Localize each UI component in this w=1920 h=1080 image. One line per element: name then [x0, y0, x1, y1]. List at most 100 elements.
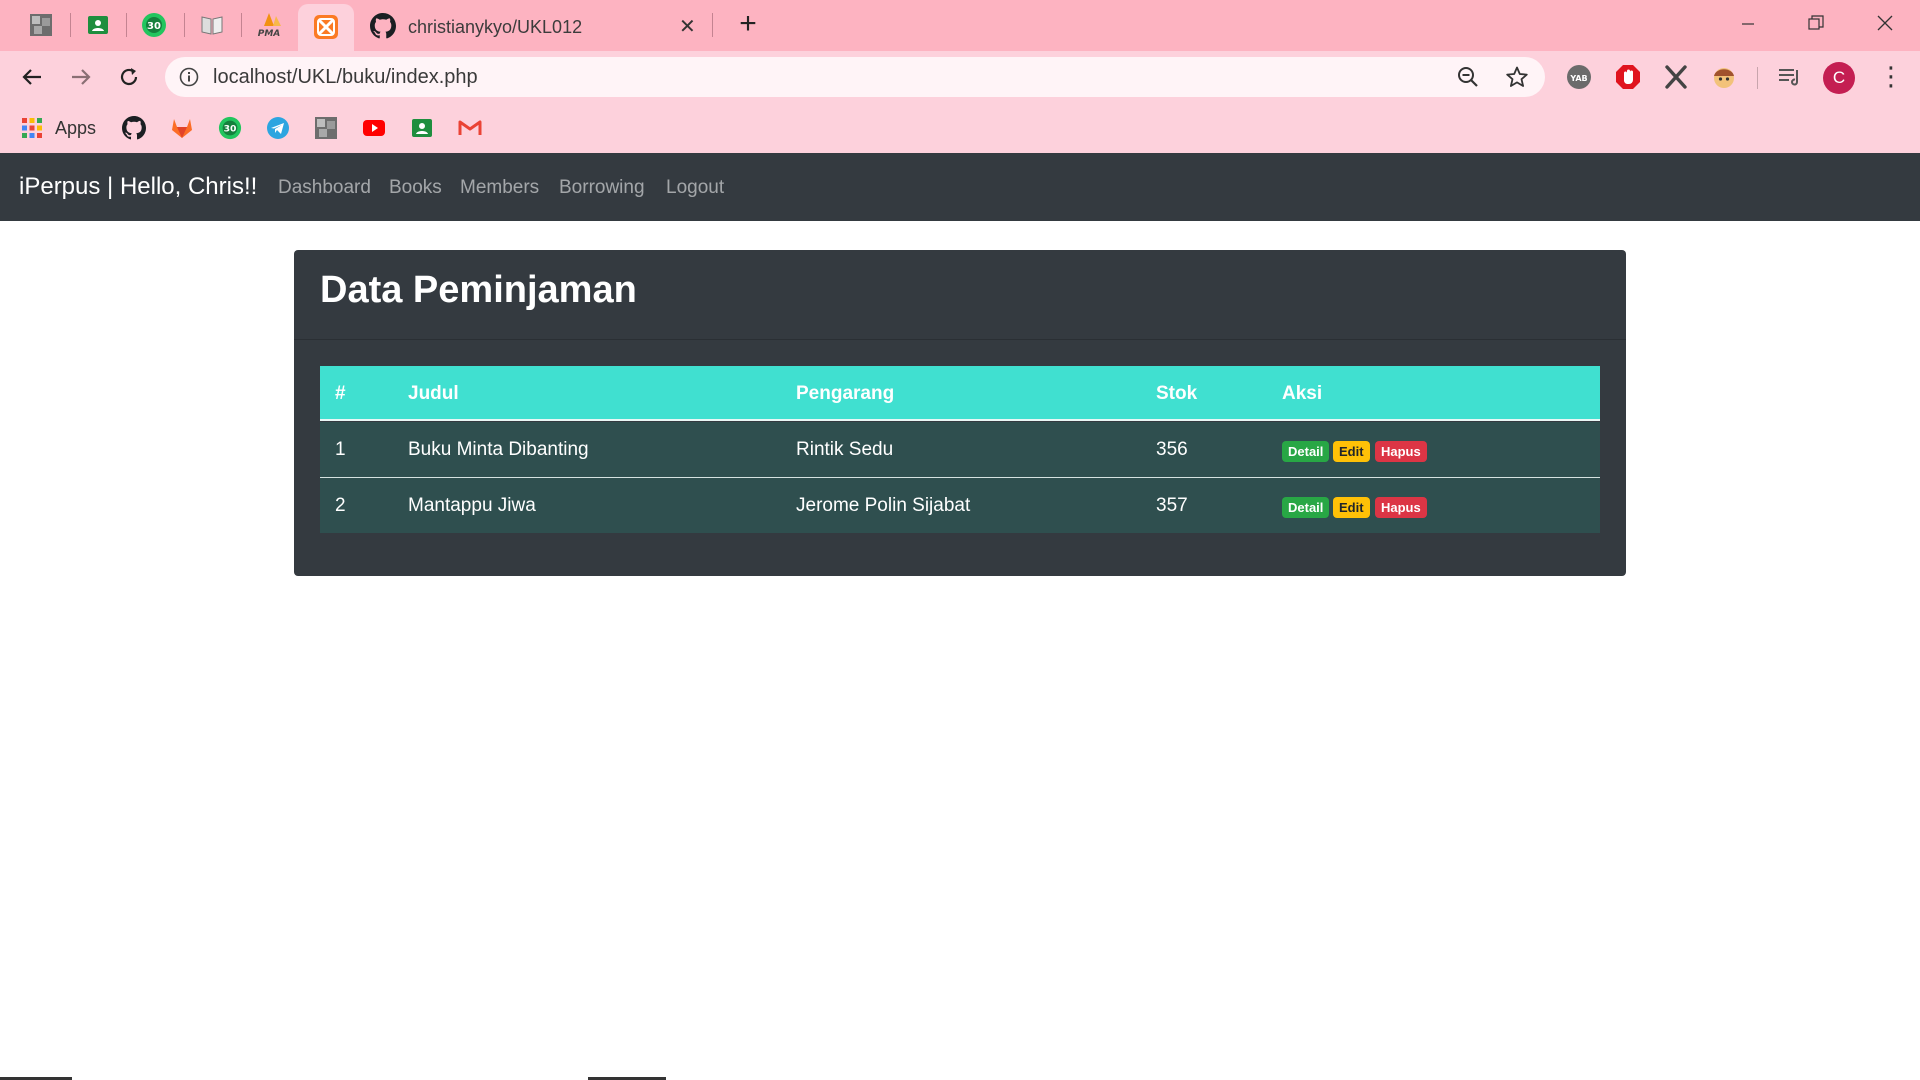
cell-judul: Buku Minta Dibanting [408, 439, 589, 460]
bookmark-apps[interactable]: Apps [21, 116, 96, 140]
nav-link-books[interactable]: Books [389, 177, 442, 199]
arrow-left-icon [22, 69, 41, 85]
reload-button[interactable] [114, 62, 144, 92]
tab-separator [184, 13, 185, 37]
youtube-icon [363, 120, 385, 136]
media-queue-icon [1779, 69, 1799, 86]
nav-link-borrowing[interactable]: Borrowing [559, 177, 645, 199]
close-window-button[interactable] [1862, 6, 1908, 40]
cell-stok: 357 [1156, 495, 1188, 516]
adblock-button[interactable] [1614, 63, 1642, 91]
site-navbar: iPerpus | Hello, Chris!! Dashboard Books… [0, 153, 1920, 221]
table-header-row: # Judul Pengarang Stok Aksi [320, 366, 1600, 421]
bookmark-label: Apps [55, 117, 97, 138]
bookmark-photo[interactable] [314, 116, 338, 140]
media-queue-button[interactable] [1775, 63, 1803, 91]
xampp-icon [314, 15, 338, 39]
cell-number: 2 [335, 495, 346, 516]
adblock-icon [1616, 65, 1640, 89]
tab-separator [241, 13, 242, 37]
minimize-button[interactable] [1725, 6, 1771, 40]
pinned-tab-classroom[interactable] [76, 6, 120, 44]
google-classroom-icon [88, 16, 108, 34]
hapus-button[interactable]: Hapus [1375, 497, 1427, 518]
photo-avatar-icon [315, 117, 337, 139]
card-header: Data Peminjaman [294, 250, 1626, 340]
bookmark-gitlab[interactable] [170, 116, 194, 140]
tab-strip: 30 PMA christianykyo/UKL012 ✕ + [0, 0, 1920, 51]
profile-avatar[interactable]: C [1823, 62, 1855, 94]
svg-text:30: 30 [147, 21, 161, 32]
toolbar-separator [1757, 67, 1758, 89]
github-icon [122, 116, 146, 140]
nav-link-members[interactable]: Members [460, 177, 539, 199]
tab-separator [126, 13, 127, 37]
browser-toolbar: localhost/UKL/buku/index.php YAB C ⋮ [0, 51, 1920, 103]
avatar-extension-button[interactable] [1710, 63, 1738, 91]
google-classroom-icon [412, 119, 432, 137]
github-icon [370, 13, 396, 39]
pinned-tab-xampp[interactable] [298, 4, 354, 51]
svg-text:30: 30 [224, 124, 237, 135]
browser-menu-icon[interactable]: ⋮ [1878, 61, 1904, 91]
x-extension-button[interactable] [1662, 63, 1690, 91]
green-30-icon: 30 [142, 13, 166, 37]
address-bar[interactable]: localhost/UKL/buku/index.php [165, 57, 1545, 97]
restore-button[interactable] [1793, 6, 1839, 40]
detail-button[interactable]: Detail [1282, 497, 1330, 518]
yab-extension-button[interactable]: YAB [1565, 63, 1593, 91]
column-header-aksi: Aksi [1282, 383, 1323, 404]
svg-text:PMA: PMA [258, 29, 281, 38]
book-icon [201, 16, 223, 35]
navbar-brand[interactable]: iPerpus | Hello, Chris!! [19, 173, 257, 201]
bookmark-youtube[interactable] [362, 116, 386, 140]
bookmark-telegram[interactable] [266, 116, 290, 140]
gitlab-icon [172, 119, 192, 138]
close-icon [1877, 15, 1893, 31]
info-icon[interactable] [179, 67, 199, 87]
url-text[interactable]: localhost/UKL/buku/index.php [213, 66, 478, 89]
cell-number: 1 [335, 439, 346, 460]
bookmark-classroom[interactable] [410, 116, 434, 140]
yab-extension-icon: YAB [1567, 65, 1591, 89]
arrow-right-icon [72, 69, 91, 85]
cell-pengarang: Rintik Sedu [796, 439, 894, 460]
star-icon[interactable] [1505, 65, 1529, 89]
telegram-icon [267, 117, 289, 139]
nav-link-logout[interactable]: Logout [666, 177, 724, 199]
edit-button[interactable]: Edit [1333, 441, 1370, 462]
pinned-tab-30[interactable]: 30 [132, 6, 176, 44]
column-header-pengarang: Pengarang [796, 383, 895, 404]
new-tab-button[interactable]: + [732, 8, 764, 40]
green-30-icon: 30 [218, 116, 242, 140]
gmail-icon [458, 120, 482, 135]
column-header-number: # [335, 383, 346, 404]
pinned-tab-book[interactable] [190, 6, 234, 44]
edit-button[interactable]: Edit [1333, 497, 1370, 518]
pinned-tab-photo[interactable] [19, 6, 63, 44]
bookmark-30[interactable]: 30 [218, 116, 242, 140]
tab-separator [712, 13, 713, 37]
nav-link-dashboard[interactable]: Dashboard [278, 177, 371, 199]
svg-text:YAB: YAB [1569, 74, 1587, 83]
table-row: 2 Mantappu Jiwa Jerome Polin Sijabat 357… [320, 478, 1600, 533]
cell-pengarang: Jerome Polin Sijabat [796, 495, 971, 516]
bookmark-github[interactable] [122, 116, 146, 140]
tab-close-icon[interactable]: ✕ [679, 14, 696, 39]
tab-github[interactable]: christianykyo/UKL012 ✕ [362, 6, 712, 46]
detail-button[interactable]: Detail [1282, 441, 1330, 462]
phpmyadmin-icon: PMA [258, 13, 281, 38]
back-button[interactable] [17, 62, 47, 92]
column-header-judul: Judul [408, 383, 459, 404]
pinned-tab-phpmyadmin[interactable]: PMA [247, 6, 291, 44]
bookmark-gmail[interactable] [458, 116, 482, 140]
forward-button[interactable] [66, 62, 96, 92]
restore-icon [1808, 15, 1824, 30]
bookmarks-bar: Apps 30 [0, 103, 1920, 153]
page-title: Data Peminjaman [320, 269, 637, 311]
tab-separator [70, 13, 71, 37]
hapus-button[interactable]: Hapus [1375, 441, 1427, 462]
table-row: 1 Buku Minta Dibanting Rintik Sedu 356 D… [320, 422, 1600, 477]
zoom-icon[interactable] [1457, 66, 1479, 88]
x-extension-icon [1665, 65, 1687, 89]
